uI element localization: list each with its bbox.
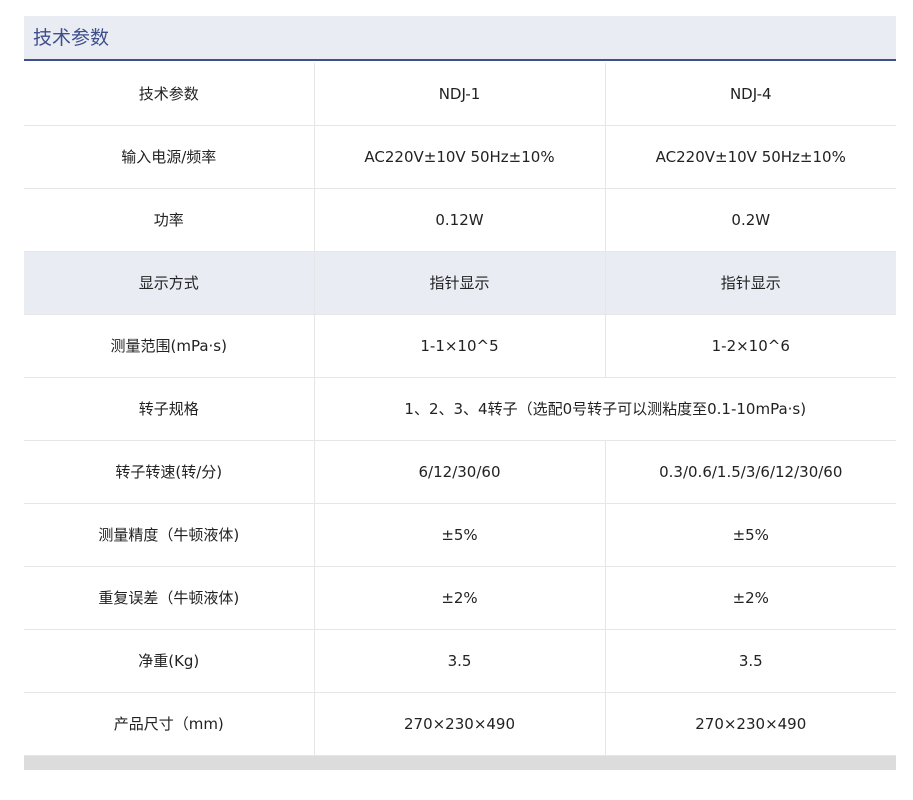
value-cell: 3.5 [313,629,605,693]
table-row: 测量精度（牛顿液体) ±5% ±5% [24,503,896,567]
row-label: 转子转速(转/分) [24,440,314,504]
row-label: 技术参数 [24,63,314,126]
table-row: 转子规格 1、2、3、4转子（选配0号转子可以测粘度至0.1-10mPa·s) [24,377,896,441]
spec-table: 技术参数 NDJ-1 NDJ-4 输入电源/频率 AC220V±10V 50Hz±10%… [24,63,896,756]
table-row: 产品尺寸（mm) 270×230×490 270×230×490 [24,692,896,756]
value-cell: NDJ-4 [604,63,896,126]
value-cell: 指针显示 [313,251,605,315]
row-label: 转子规格 [24,377,314,441]
section-header: 技术参数 [24,16,896,61]
section-title: 技术参数 [33,27,110,49]
row-label: 功率 [24,188,314,252]
table-row: 功率 0.12W 0.2W [24,188,896,252]
value-cell: 270×230×490 [604,692,896,756]
value-cell: 6/12/30/60 [313,440,605,504]
value-cell: 1-2×10^6 [604,314,896,378]
value-cell: 1-1×10^5 [313,314,605,378]
table-row: 显示方式 指针显示 指针显示 [24,251,896,315]
row-label: 测量范围(mPa·s) [24,314,314,378]
value-cell: AC220V±10V 50Hz±10% [604,125,896,189]
value-cell: 0.3/0.6/1.5/3/6/12/30/60 [604,440,896,504]
row-label: 显示方式 [24,251,314,315]
table-row: 技术参数 NDJ-1 NDJ-4 [24,63,896,126]
footer-bar [24,756,896,770]
value-cell: 0.2W [604,188,896,252]
value-cell: 指针显示 [604,251,896,315]
table-row: 转子转速(转/分) 6/12/30/60 0.3/0.6/1.5/3/6/12/30… [24,440,896,504]
value-cell: NDJ-1 [313,63,605,126]
row-label: 产品尺寸（mm) [24,692,314,756]
value-cell: ±2% [604,566,896,630]
value-cell: ±5% [604,503,896,567]
value-cell: 270×230×490 [313,692,605,756]
value-cell: 0.12W [313,188,605,252]
table-row: 测量范围(mPa·s) 1-1×10^5 1-2×10^6 [24,314,896,378]
row-label: 输入电源/频率 [24,125,314,189]
table-row: 净重(Kg) 3.5 3.5 [24,629,896,693]
table-row: 重复误差（牛顿液体) ±2% ±2% [24,566,896,630]
value-cell: 3.5 [604,629,896,693]
value-cell: AC220V±10V 50Hz±10% [313,125,605,189]
table-row: 输入电源/频率 AC220V±10V 50Hz±10% AC220V±10V 50H… [24,125,896,189]
row-label: 净重(Kg) [24,629,314,693]
row-label: 测量精度（牛顿液体) [24,503,314,567]
value-cell-merged: 1、2、3、4转子（选配0号转子可以测粘度至0.1-10mPa·s) [313,377,896,441]
value-cell: ±5% [313,503,605,567]
value-cell: ±2% [313,566,605,630]
spec-table-body: 技术参数 NDJ-1 NDJ-4 输入电源/频率 AC220V±10V 50Hz±10%… [24,63,896,756]
row-label: 重复误差（牛顿液体) [24,566,314,630]
